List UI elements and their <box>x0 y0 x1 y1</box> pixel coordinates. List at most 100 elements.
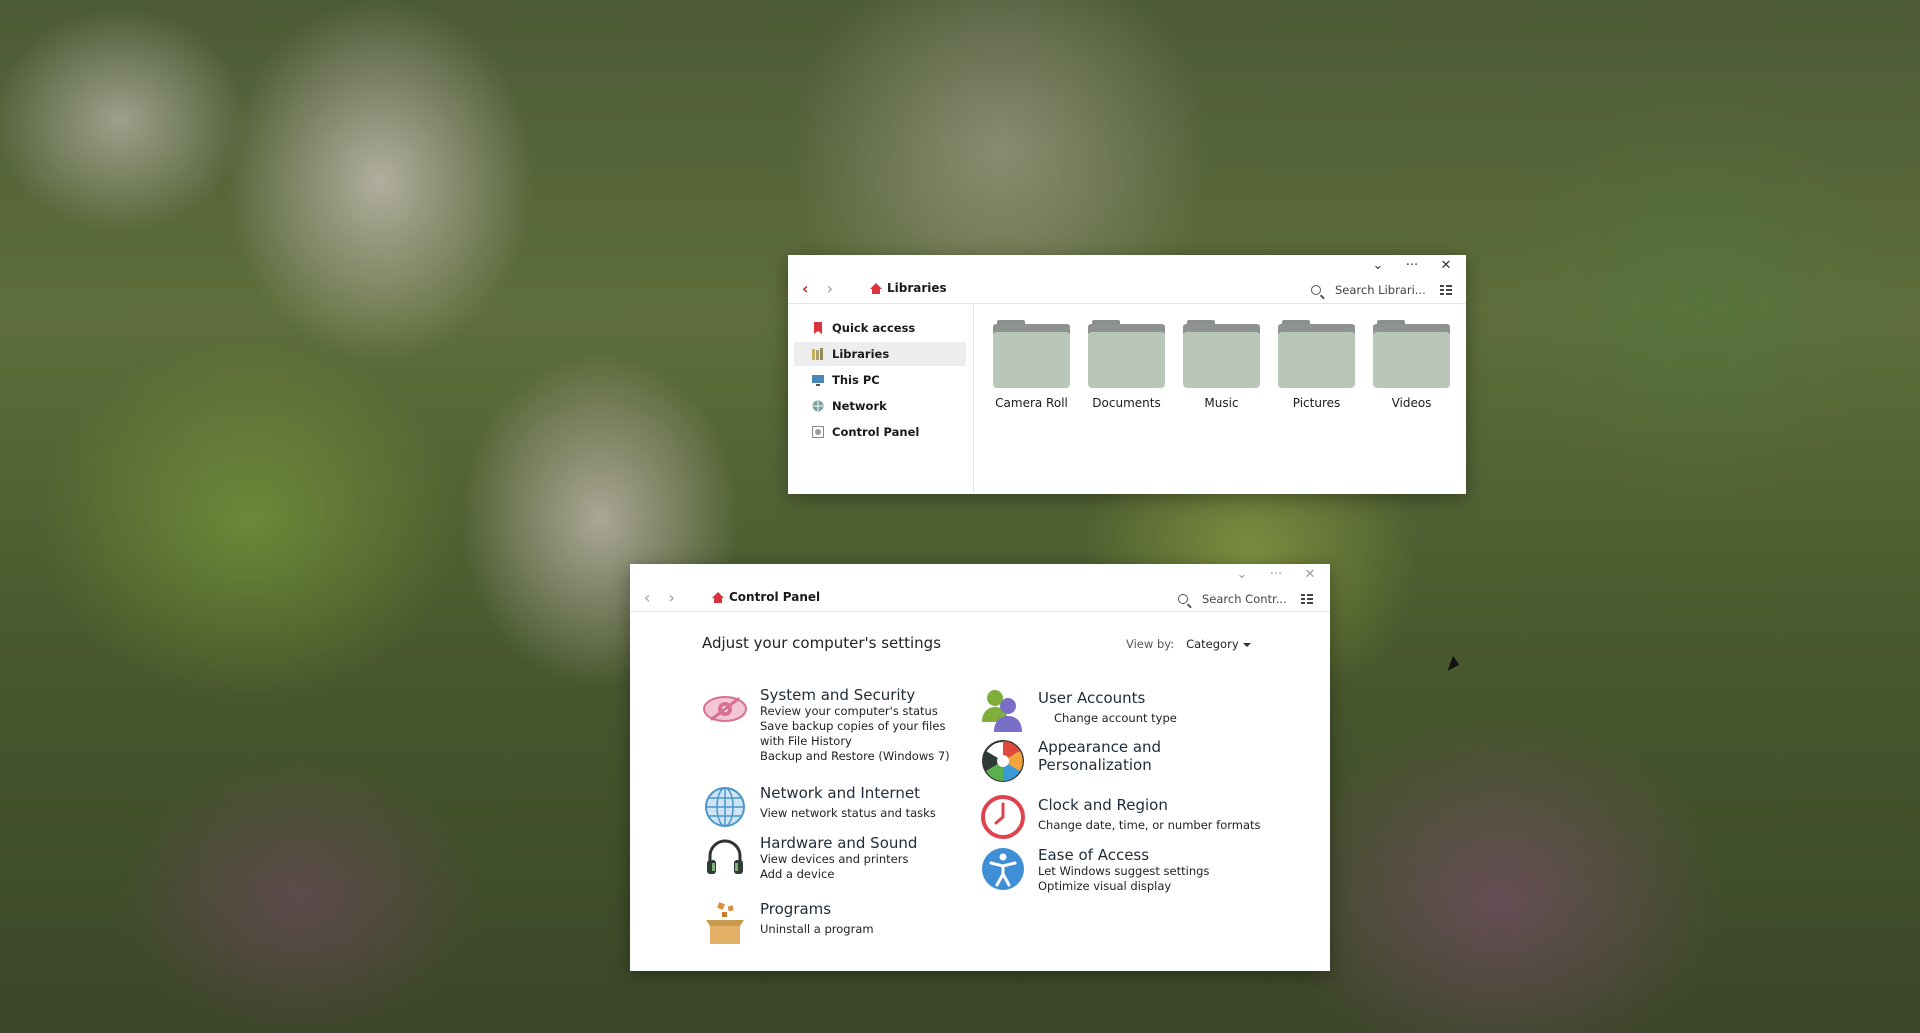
sidebar-item-label: This PC <box>832 373 880 387</box>
category-title[interactable]: User Accounts <box>1038 689 1177 707</box>
bookmark-icon <box>814 322 822 334</box>
folder-videos[interactable]: Videos <box>1373 320 1450 410</box>
search-input[interactable]: Search Contr... <box>1202 592 1287 606</box>
view-layout-icon[interactable] <box>1300 594 1313 604</box>
category-programs: Programs Uninstall a program <box>702 900 874 946</box>
shield-eye-icon <box>703 696 747 722</box>
clock-icon <box>981 795 1025 839</box>
palette-icon <box>982 740 1024 782</box>
category-user-accounts: User Accounts Change account type <box>980 686 1177 732</box>
back-button[interactable]: ‹ <box>644 588 650 607</box>
users-icon <box>982 690 1022 732</box>
mouse-cursor-icon <box>1447 655 1462 675</box>
forward-button[interactable]: › <box>827 279 833 298</box>
libraries-icon <box>812 348 823 360</box>
folder-label: Documents <box>1092 396 1161 410</box>
category-title-line2[interactable]: Personalization <box>1038 756 1161 774</box>
sidebar-item-network[interactable]: Network <box>800 394 960 418</box>
folder-camera-roll[interactable]: Camera Roll <box>993 320 1070 410</box>
more-options-icon[interactable]: ··· <box>1268 568 1284 582</box>
folder-label: Music <box>1204 396 1239 410</box>
address-text: Libraries <box>887 281 947 295</box>
sidebar-item-label: Quick access <box>832 321 916 335</box>
category-title[interactable]: Programs <box>760 900 874 918</box>
category-title[interactable]: Network and Internet <box>760 784 936 802</box>
folder-music[interactable]: Music <box>1183 320 1260 410</box>
category-link[interactable]: View network status and tasks <box>760 806 936 821</box>
folder-grid: Camera Roll Documents Music Pictures Vid… <box>993 320 1450 410</box>
folder-pictures[interactable]: Pictures <box>1278 320 1355 410</box>
category-hardware-sound: Hardware and Sound View devices and prin… <box>702 834 917 882</box>
window-controls: ⌄ ··· ✕ <box>1234 568 1318 582</box>
category-link[interactable]: Backup and Restore (Windows 7) <box>760 749 960 764</box>
sidebar-item-this-pc[interactable]: This PC <box>800 368 960 392</box>
home-icon <box>870 282 882 294</box>
folder-icon <box>1373 320 1450 388</box>
category-link[interactable]: Save backup copies of your files with Fi… <box>760 719 960 749</box>
folder-icon <box>1278 320 1355 388</box>
category-link[interactable]: Add a device <box>760 867 917 882</box>
window-controls: ⌄ ··· ✕ <box>1370 259 1454 273</box>
control-panel-window: ⌄ ··· ✕ ‹ › Control Panel Search Contr..… <box>630 564 1330 971</box>
sidebar-item-libraries[interactable]: Libraries <box>794 342 966 366</box>
search-icon[interactable] <box>1178 594 1188 604</box>
back-button[interactable]: ‹ <box>802 279 809 298</box>
page-title: Adjust your computer's settings <box>702 634 942 652</box>
category-title[interactable]: System and Security <box>760 686 960 704</box>
category-title[interactable]: Clock and Region <box>1038 796 1261 814</box>
more-options-icon[interactable]: ··· <box>1404 259 1420 273</box>
folder-label: Camera Roll <box>995 396 1068 410</box>
category-appearance: Appearance and Personalization <box>980 738 1161 784</box>
category-system-security: System and Security Review your computer… <box>702 686 960 764</box>
folder-documents[interactable]: Documents <box>1088 320 1165 410</box>
libraries-titlebar: ⌄ ··· ✕ ‹ › Libraries Search Librari... <box>788 255 1466 304</box>
category-ease-of-access: Ease of Access Let Windows suggest setti… <box>980 846 1209 894</box>
collapse-ribbon-icon[interactable]: ⌄ <box>1234 568 1250 582</box>
category-link[interactable]: View devices and printers <box>760 852 917 867</box>
folder-icon <box>1183 320 1260 388</box>
category-link[interactable]: Let Windows suggest settings <box>1038 864 1209 879</box>
sidebar-item-control-panel[interactable]: Control Panel <box>800 420 960 444</box>
network-icon <box>812 400 824 412</box>
view-by-label: View by: <box>1126 637 1175 651</box>
category-clock-region: Clock and Region Change date, time, or n… <box>980 794 1261 840</box>
search-icon[interactable] <box>1311 285 1321 295</box>
monitor-icon <box>812 375 824 386</box>
folder-icon <box>993 320 1070 388</box>
category-title[interactable]: Hardware and Sound <box>760 834 917 852</box>
package-icon <box>706 902 744 944</box>
view-by-control: View by: Category <box>1126 637 1251 651</box>
sidebar-item-label: Network <box>832 399 887 413</box>
folder-label: Pictures <box>1292 396 1341 410</box>
close-button[interactable]: ✕ <box>1302 568 1318 582</box>
category-title-line1[interactable]: Appearance and <box>1038 738 1161 756</box>
category-link[interactable]: Change date, time, or number formats <box>1038 818 1261 833</box>
home-icon <box>712 591 724 603</box>
view-by-dropdown[interactable]: Category <box>1186 637 1251 651</box>
folder-icon <box>1088 320 1165 388</box>
collapse-ribbon-icon[interactable]: ⌄ <box>1370 259 1386 273</box>
address-bar[interactable]: Libraries <box>870 281 947 295</box>
category-link[interactable]: Review your computer's status <box>760 704 960 719</box>
address-text: Control Panel <box>729 590 821 604</box>
view-by-value: Category <box>1186 637 1239 651</box>
search-input[interactable]: Search Librari... <box>1335 283 1426 297</box>
globe-icon <box>705 787 745 827</box>
navigation-pane: Quick access Libraries This PC Network C… <box>788 304 974 494</box>
category-link[interactable]: Optimize visual display <box>1038 879 1209 894</box>
category-link[interactable]: Uninstall a program <box>760 922 874 937</box>
control-panel-titlebar: ⌄ ··· ✕ ‹ › Control Panel Search Contr..… <box>630 564 1330 612</box>
close-button[interactable]: ✕ <box>1438 259 1454 273</box>
sidebar-item-label: Libraries <box>832 347 890 361</box>
headphones-icon <box>707 839 743 874</box>
view-layout-icon[interactable] <box>1439 285 1452 295</box>
sidebar-item-quick-access[interactable]: Quick access <box>800 316 960 340</box>
category-link[interactable]: Change account type <box>1038 711 1177 726</box>
category-title[interactable]: Ease of Access <box>1038 846 1209 864</box>
category-network-internet: Network and Internet View network status… <box>702 784 936 830</box>
control-panel-icon <box>812 426 824 438</box>
libraries-window: ⌄ ··· ✕ ‹ › Libraries Search Librari... … <box>788 255 1466 494</box>
sidebar-item-label: Control Panel <box>832 425 920 439</box>
address-bar[interactable]: Control Panel <box>712 590 820 604</box>
forward-button[interactable]: › <box>668 588 674 607</box>
